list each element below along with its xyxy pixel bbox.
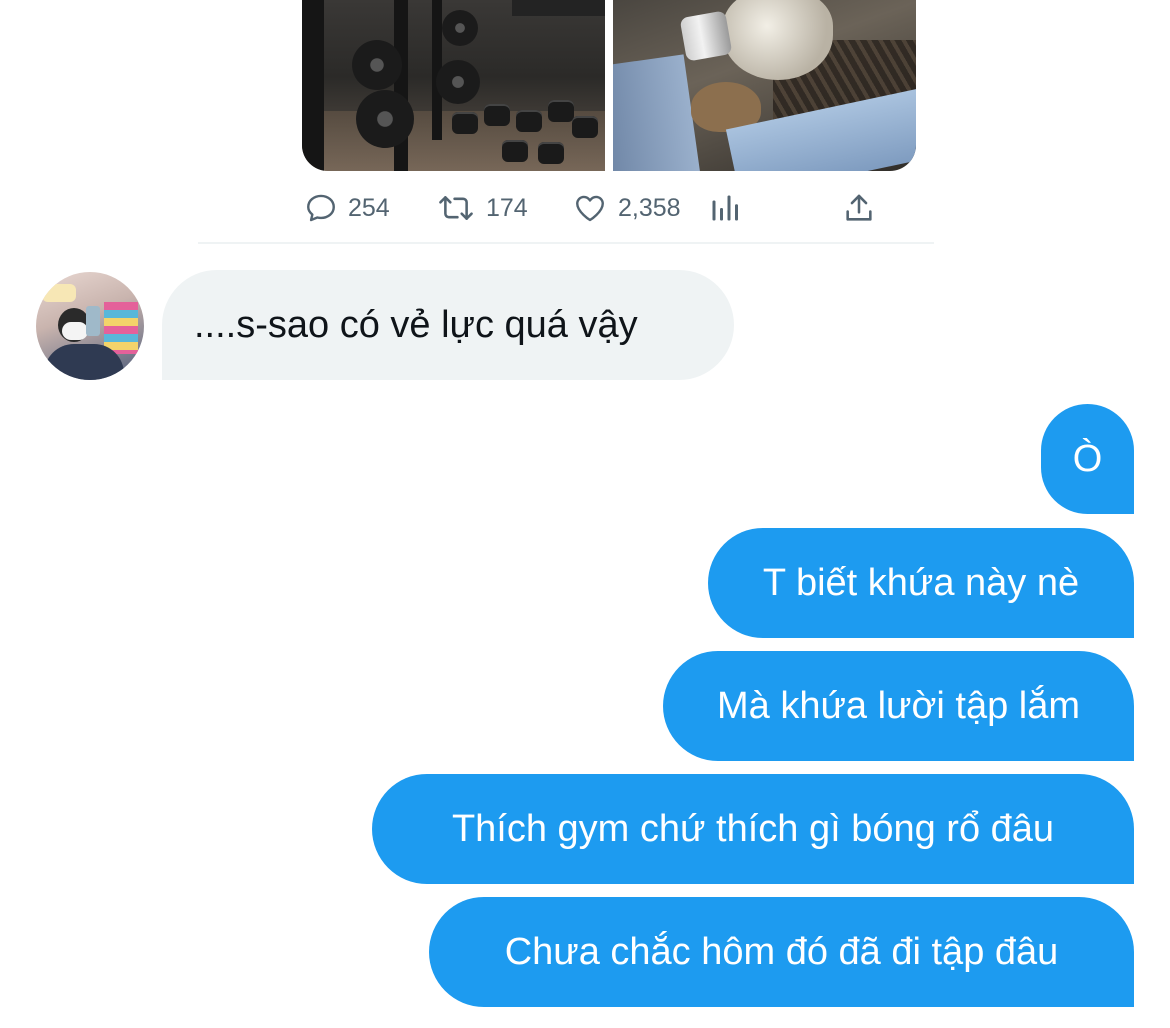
message-text: Chưa chắc hôm đó đã đi tập đâu <box>504 931 1059 973</box>
tweet-photo-gym[interactable] <box>302 0 605 171</box>
avatar-bg-light <box>42 284 76 302</box>
photo-dumbbell <box>538 142 564 164</box>
photo-weight-plate <box>436 60 480 104</box>
incoming-message[interactable]: ....s-sao có vẻ lực quá vậy <box>162 270 734 380</box>
like-count: 2,358 <box>618 193 681 222</box>
share-icon <box>842 191 876 225</box>
analytics-button[interactable] <box>710 186 740 230</box>
photo-dumbbell <box>572 116 598 138</box>
analytics-icon <box>710 193 740 223</box>
retweet-count: 174 <box>486 193 528 222</box>
avatar-phone <box>86 306 100 336</box>
avatar-body <box>44 344 124 380</box>
reply-count: 254 <box>348 193 390 222</box>
dm-conversation: 254 174 2,358 ....s-sao có vẻ lực quá vậ… <box>0 0 1170 1028</box>
message-text: Ò <box>1072 438 1103 480</box>
retweet-icon <box>436 191 476 225</box>
photo-jeans <box>613 54 702 171</box>
photo-dumbbell <box>502 140 528 162</box>
outgoing-message[interactable]: Thích gym chứ thích gì bóng rổ đâu <box>372 774 1134 884</box>
message-text: Thích gym chứ thích gì bóng rổ đâu <box>451 808 1055 850</box>
photo-weight-plate <box>442 10 478 46</box>
message-text: Mà khứa lười tập lắm <box>716 685 1081 727</box>
avatar[interactable] <box>36 272 144 380</box>
retweet-button[interactable]: 174 <box>436 186 528 230</box>
avatar-bg-shelf <box>104 302 138 354</box>
tweet-photo-outdoor[interactable] <box>613 0 916 171</box>
outgoing-message[interactable]: T biết khứa này nè <box>708 528 1134 638</box>
photo-rack <box>302 0 324 171</box>
like-button[interactable]: 2,358 <box>572 186 681 230</box>
heart-icon <box>572 191 608 225</box>
photo-weight-plate <box>352 40 402 90</box>
message-text: T biết khứa này nè <box>762 562 1080 604</box>
photo-dumbbell <box>452 112 478 134</box>
photo-dumbbell <box>548 100 574 122</box>
reply-button[interactable]: 254 <box>304 186 390 230</box>
share-button[interactable] <box>842 186 876 230</box>
reply-icon <box>304 191 338 225</box>
outgoing-message[interactable]: Mà khứa lười tập lắm <box>663 651 1134 761</box>
outgoing-message[interactable]: Chưa chắc hôm đó đã đi tập đâu <box>429 897 1134 1007</box>
avatar-mask <box>62 322 88 340</box>
outgoing-message[interactable]: Ò <box>1041 404 1134 514</box>
photo-dumbbell <box>484 104 510 126</box>
tweet-actions: 254 174 2,358 <box>198 186 934 230</box>
photo-dumbbell <box>516 110 542 132</box>
photo-weight-plate <box>356 90 414 148</box>
photo-can <box>679 10 733 62</box>
tweet-media-grid <box>302 0 916 171</box>
message-text: ....s-sao có vẻ lực quá vậy <box>194 304 638 346</box>
shared-tweet-card[interactable]: 254 174 2,358 <box>198 0 934 244</box>
photo-rack <box>512 0 605 16</box>
